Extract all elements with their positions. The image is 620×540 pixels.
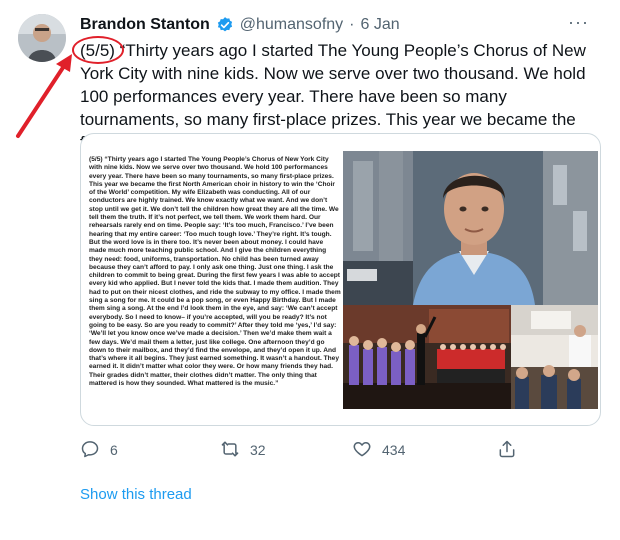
like-icon	[352, 439, 372, 462]
media-card[interactable]: (5/5) “Thirty years ago I started The Yo…	[80, 133, 601, 426]
action-bar: 6 32 434	[80, 438, 600, 462]
retweet-count: 32	[250, 442, 266, 458]
share-icon	[497, 439, 517, 462]
like-count: 434	[382, 442, 406, 458]
reply-count: 6	[110, 442, 118, 458]
photo-rehearsal[interactable]	[511, 305, 598, 409]
reply-button[interactable]: 6	[80, 438, 118, 462]
photo-portrait[interactable]	[343, 151, 598, 305]
retweet-icon	[220, 439, 240, 462]
reply-icon	[80, 439, 100, 462]
share-button[interactable]	[497, 438, 517, 462]
tweet: Brandon Stanton @humansofny · 6 Jan ··· …	[0, 0, 620, 540]
like-button[interactable]: 434	[352, 438, 405, 462]
retweet-button[interactable]: 32	[220, 438, 266, 462]
photo-choir[interactable]	[343, 305, 511, 409]
media-caption-text: (5/5) “Thirty years ago I started The Yo…	[89, 156, 341, 388]
show-thread-link[interactable]: Show this thread	[80, 486, 192, 503]
